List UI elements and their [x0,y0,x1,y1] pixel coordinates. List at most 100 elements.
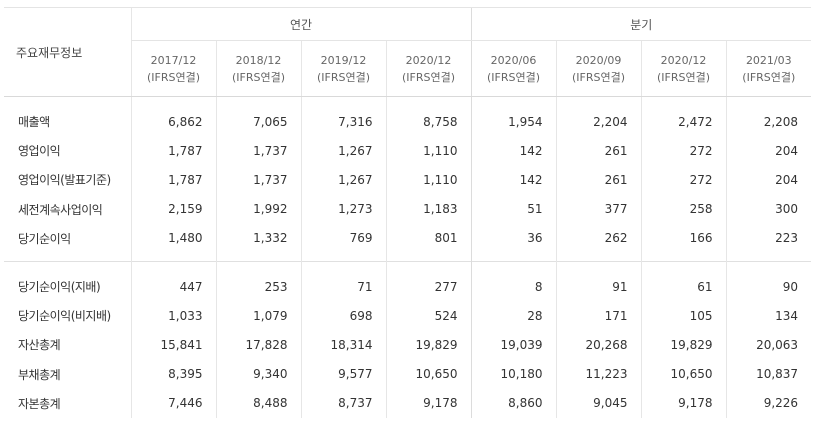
value-cell: 15,841 [130,330,216,360]
value-cell: 1,079 [215,301,301,331]
value-cell: 253 [215,260,301,302]
period-basis: (IFRS연결) [146,70,201,84]
value-cell: 1,110 [385,165,472,195]
row-label: 자산총계 [18,338,61,353]
value-cell: 28 [470,301,557,331]
value-cell: 769 [300,223,386,262]
value-cell: 698 [300,301,386,331]
period-header: 2018/12 (IFRS연결) [215,40,301,97]
value-cell: 91 [555,260,642,302]
value-cell: 2,472 [640,96,727,137]
period-header: 2020/12 (IFRS연결) [640,40,727,97]
period-header: 2021/03 (IFRS연결) [725,40,812,97]
value-cell: 7,446 [130,388,216,418]
row-label: 매출액 [18,115,50,130]
value-cell: 9,226 [725,388,812,418]
period-date: 2017/12 [150,53,197,67]
period-date: 2020/09 [575,53,622,67]
value-cell: 9,577 [300,359,386,389]
row-label: 부채총계 [18,367,61,382]
value-cell: 105 [640,301,727,331]
value-cell: 166 [640,223,727,262]
period-basis: (IFRS연결) [742,70,796,84]
table-row: 영업이익 1,787 1,737 1,267 1,110 142 261 272 204 [4,136,812,166]
period-date: 2018/12 [235,53,282,67]
value-cell: 90 [725,260,812,302]
value-cell: 524 [385,301,472,331]
table-row: 당기순이익(비지배) 1,033 1,079 698 524 28 171 105 134 [4,301,812,331]
value-cell: 447 [130,260,216,302]
row-label-header: 주요재무정보 [4,7,131,97]
value-cell: 8 [470,260,557,302]
value-cell: 1,954 [470,96,557,137]
period-basis: (IFRS연결) [572,70,626,84]
period-basis: (IFRS연결) [231,70,286,84]
value-cell: 7,316 [300,96,386,137]
table-row: 매출액 6,862 7,065 7,316 8,758 1,954 2,204 2,472 2,… [4,96,812,137]
value-cell: 1,273 [300,194,386,224]
financial-summary-table-container: 주요재무정보 연간 분기 2017/12 (IFRS연결) 2018/12 (IFR… [4,7,812,439]
value-cell: 1,480 [130,223,216,262]
table-row: 자본총계 7,446 8,488 8,737 9,178 8,860 9,045 9,178 9… [4,388,812,418]
table-row: 부채총계 8,395 9,340 9,577 10,650 10,180 11,223 10,… [4,359,812,389]
value-cell: 261 [555,136,642,166]
row-label: 당기순이익(지배) [4,260,131,302]
value-cell: 1,267 [300,136,386,166]
value-cell: 2,204 [555,96,642,137]
row-label: 영업이익(발표기준) [18,173,111,188]
table-body: 매출액 6,862 7,065 7,316 8,758 1,954 2,204 2,472 2,… [4,96,812,418]
value-cell: 2,208 [725,96,812,137]
value-cell: 1,183 [385,194,472,224]
value-cell: 1,267 [300,165,386,195]
value-cell: 1,787 [130,136,216,166]
period-header: 2020/06 (IFRS연결) [470,40,557,97]
value-cell: 10,837 [725,359,812,389]
value-cell: 262 [555,223,642,262]
period-date: 2019/12 [320,53,367,67]
value-cell: 10,650 [640,359,727,389]
value-cell: 9,045 [555,388,642,418]
table-row: 당기순이익(지배) 447 253 71 277 8 91 61 90 [4,260,812,302]
value-cell: 1,332 [215,223,301,262]
table-row: 당기순이익 1,480 1,332 769 801 36 262 166 223 [4,223,812,262]
row-label: 자본총계 [18,396,61,411]
table-row: 영업이익(발표기준) 1,787 1,737 1,267 1,110 142 261 272 2… [4,165,812,195]
financial-summary-table: 주요재무정보 연간 분기 2017/12 (IFRS연결) 2018/12 (IFR… [4,7,812,418]
value-cell: 19,039 [470,330,557,360]
value-cell: 204 [725,136,812,166]
group-header-row: 주요재무정보 연간 분기 [4,7,812,97]
value-cell: 204 [725,165,812,195]
quarterly-header: 분기 [470,7,812,41]
value-cell: 801 [385,223,472,262]
value-cell: 19,829 [640,330,727,360]
value-cell: 261 [555,165,642,195]
value-cell: 71 [300,260,386,302]
value-cell: 1,737 [215,165,301,195]
value-cell: 1,737 [215,136,301,166]
value-cell: 1,033 [130,301,216,331]
period-date: 2020/12 [405,53,452,67]
value-cell: 277 [385,260,472,302]
value-cell: 17,828 [215,330,301,360]
value-cell: 9,178 [640,388,727,418]
value-cell: 8,758 [385,96,472,137]
value-cell: 142 [470,136,557,166]
value-cell: 9,178 [385,388,472,418]
value-cell: 10,180 [470,359,557,389]
value-cell: 51 [470,194,557,224]
value-cell: 377 [555,194,642,224]
value-cell: 19,829 [385,330,472,360]
value-cell: 8,488 [215,388,301,418]
period-basis: (IFRS연결) [657,70,711,84]
value-cell: 36 [470,223,557,262]
value-cell: 134 [725,301,812,331]
value-cell: 9,340 [215,359,301,389]
value-cell: 18,314 [300,330,386,360]
value-cell: 7,065 [215,96,301,137]
period-header: 2020/09 (IFRS연결) [555,40,642,97]
row-label: 당기순이익 [18,231,71,246]
period-header: 2019/12 (IFRS연결) [300,40,386,97]
value-cell: 8,395 [130,359,216,389]
annual-header: 연간 [130,7,472,41]
value-cell: 223 [725,223,812,262]
